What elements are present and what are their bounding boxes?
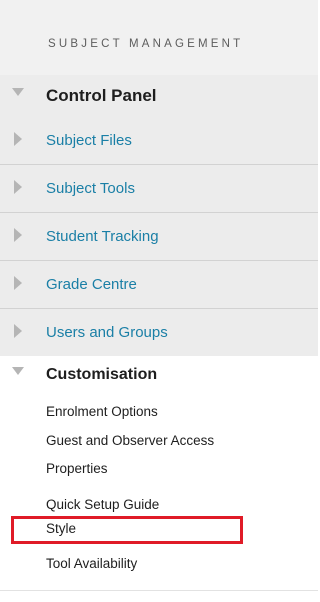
customisation-header[interactable]: Customisation <box>0 356 318 396</box>
nav-item-label[interactable]: Student Tracking <box>46 228 159 245</box>
nav-item-subject-tools[interactable]: Subject Tools <box>0 165 318 213</box>
section-header: SUBJECT MANAGEMENT <box>0 0 318 75</box>
collapse-triangle-icon[interactable] <box>12 367 24 375</box>
link-guest-and-observer-access[interactable]: Guest and Observer Access <box>46 433 214 448</box>
nav-item-label[interactable]: Users and Groups <box>46 324 168 341</box>
nav-item-users-and-groups[interactable]: Users and Groups <box>0 309 318 357</box>
nav-item-subject-files[interactable]: Subject Files <box>0 117 318 165</box>
nav-item-label[interactable]: Subject Tools <box>46 180 135 197</box>
link-tool-availability[interactable]: Tool Availability <box>46 556 137 571</box>
expand-triangle-icon[interactable] <box>14 180 22 194</box>
expand-triangle-icon[interactable] <box>14 132 22 146</box>
control-panel-label[interactable]: Control Panel <box>46 86 157 106</box>
section-title: SUBJECT MANAGEMENT <box>48 38 244 50</box>
nav-item-student-tracking[interactable]: Student Tracking <box>0 213 318 261</box>
nav-item-label[interactable]: Grade Centre <box>46 276 137 293</box>
bottom-divider <box>0 590 318 602</box>
link-enrolment-options[interactable]: Enrolment Options <box>46 404 158 419</box>
expand-triangle-icon[interactable] <box>14 228 22 242</box>
subject-management-panel: SUBJECT MANAGEMENT Control Panel Subject… <box>0 0 318 602</box>
style-highlight-box <box>11 516 243 544</box>
control-panel-header[interactable]: Control Panel <box>0 75 318 117</box>
link-quick-setup-guide[interactable]: Quick Setup Guide <box>46 497 159 512</box>
expand-triangle-icon[interactable] <box>14 276 22 290</box>
collapse-triangle-icon[interactable] <box>12 88 24 96</box>
nav-item-label[interactable]: Subject Files <box>46 132 132 149</box>
expand-triangle-icon[interactable] <box>14 324 22 338</box>
nav-item-grade-centre[interactable]: Grade Centre <box>0 261 318 309</box>
link-properties[interactable]: Properties <box>46 461 108 476</box>
customisation-label[interactable]: Customisation <box>46 366 157 384</box>
